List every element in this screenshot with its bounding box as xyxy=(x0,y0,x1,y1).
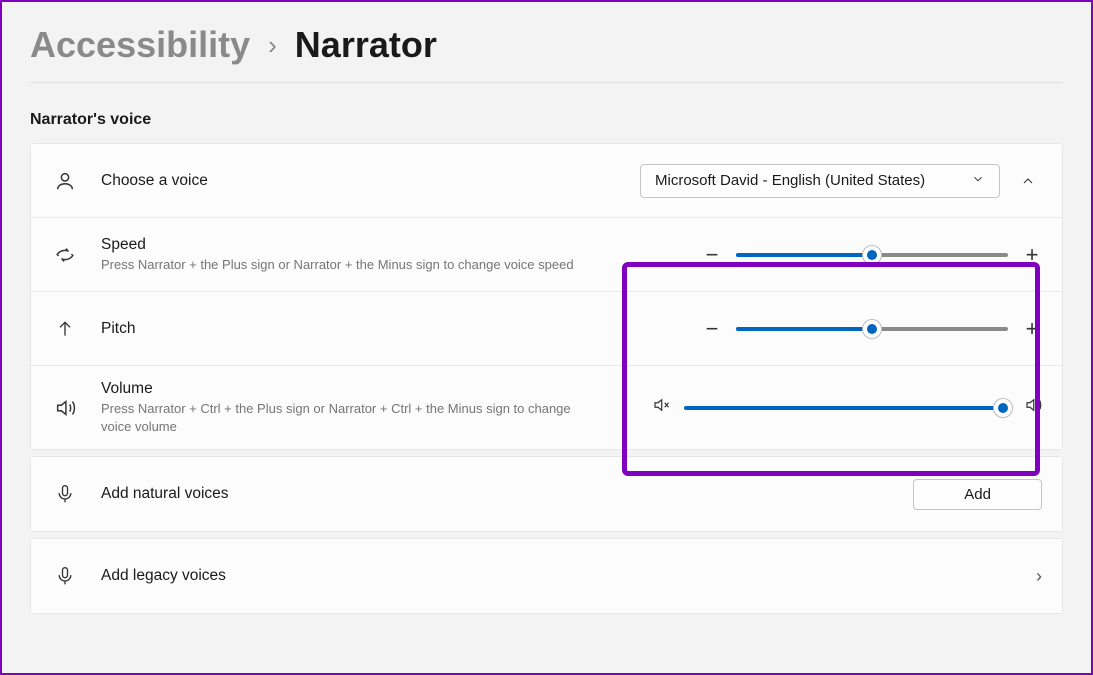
breadcrumb-current: Narrator xyxy=(295,24,437,66)
voice-dropdown-value: Microsoft David - English (United States… xyxy=(655,172,925,189)
voice-dropdown[interactable]: Microsoft David - English (United States… xyxy=(640,164,1000,198)
breadcrumb-parent[interactable]: Accessibility xyxy=(30,24,250,66)
pitch-increase-button[interactable]: + xyxy=(1022,316,1042,342)
volume-title: Volume xyxy=(101,380,581,398)
pitch-title: Pitch xyxy=(101,320,581,338)
collapse-button[interactable] xyxy=(1014,167,1042,195)
mute-icon[interactable] xyxy=(652,396,670,419)
chevron-right-icon: › xyxy=(268,30,277,61)
microphone-icon xyxy=(51,480,79,508)
chevron-down-icon xyxy=(971,172,985,190)
chevron-right-icon: › xyxy=(1036,566,1042,587)
breadcrumb: Accessibility › Narrator xyxy=(30,24,1063,83)
choose-voice-label: Choose a voice xyxy=(101,172,581,190)
volume-slider[interactable] xyxy=(684,406,1010,410)
volume-desc: Press Narrator + Ctrl + the Plus sign or… xyxy=(101,400,581,435)
speaker-max-icon[interactable] xyxy=(1024,396,1042,419)
person-icon xyxy=(51,167,79,195)
section-title: Narrator's voice xyxy=(30,111,1063,129)
speed-desc: Press Narrator + the Plus sign or Narrat… xyxy=(101,256,581,274)
add-legacy-label: Add legacy voices xyxy=(101,567,1016,585)
volume-row: Volume Press Narrator + Ctrl + the Plus … xyxy=(31,366,1062,449)
speed-title: Speed xyxy=(101,236,581,254)
pitch-row: Pitch − + xyxy=(31,292,1062,366)
speed-row: Speed Press Narrator + the Plus sign or … xyxy=(31,218,1062,292)
speaker-icon xyxy=(51,394,79,422)
pitch-decrease-button[interactable]: − xyxy=(702,316,722,342)
microphone-icon xyxy=(51,562,79,590)
speed-increase-button[interactable]: + xyxy=(1022,242,1042,268)
voice-settings-group: Choose a voice Microsoft David - English… xyxy=(30,143,1063,450)
arrow-up-icon xyxy=(51,315,79,343)
pitch-slider[interactable] xyxy=(736,327,1008,331)
choose-voice-row: Choose a voice Microsoft David - English… xyxy=(31,144,1062,218)
speed-icon xyxy=(51,241,79,269)
add-legacy-voices-row[interactable]: Add legacy voices › xyxy=(31,539,1062,613)
add-natural-label: Add natural voices xyxy=(101,485,893,503)
add-natural-voices-row: Add natural voices Add xyxy=(31,457,1062,531)
speed-decrease-button[interactable]: − xyxy=(702,242,722,268)
speed-slider[interactable] xyxy=(736,253,1008,257)
add-natural-voices-button[interactable]: Add xyxy=(913,479,1042,510)
